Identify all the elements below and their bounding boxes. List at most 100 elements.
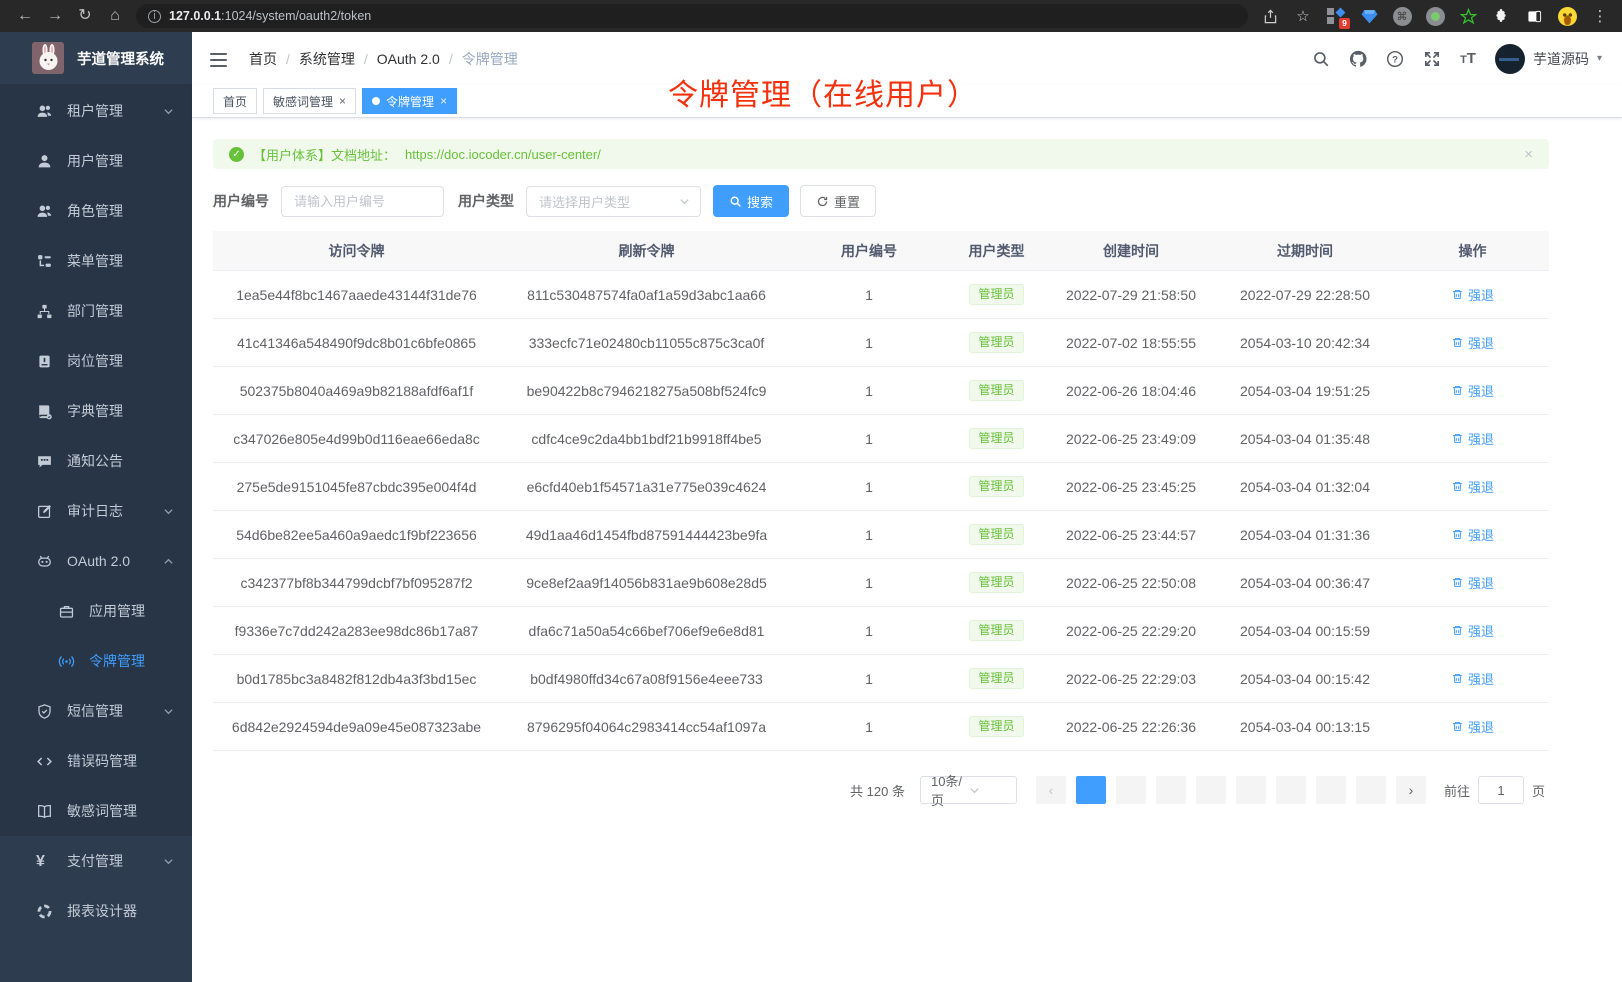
browser-back-icon[interactable]: ←: [10, 0, 40, 32]
col-header: 刷新令牌: [500, 241, 793, 261]
sidebar-item[interactable]: 租户管理: [0, 86, 192, 136]
force-logout-button[interactable]: 强退: [1451, 429, 1494, 448]
created-time-cell: 2022-06-25 23:44:57: [1048, 527, 1214, 543]
page-number-button[interactable]: [1276, 776, 1306, 804]
github-icon[interactable]: [1349, 50, 1367, 68]
user-type-tag: 管理员: [969, 332, 1023, 353]
sidebar-item[interactable]: 报表设计器: [0, 886, 192, 936]
force-logout-button[interactable]: 强退: [1451, 525, 1494, 544]
user-type-select[interactable]: 请选择用户类型: [526, 186, 701, 217]
sidebar-item[interactable]: 短信管理: [0, 686, 192, 736]
alert-close-icon[interactable]: ×: [1524, 146, 1533, 163]
address-bar[interactable]: i 127.0.0.1:1024/system/oauth2/token: [136, 4, 1248, 28]
gem-extension-icon[interactable]: [1357, 4, 1381, 28]
page-tab[interactable]: 敏感词管理 ×: [263, 88, 356, 114]
sidebar-item[interactable]: 字典管理: [0, 386, 192, 436]
app-title: 芋道管理系统: [77, 48, 164, 69]
help-icon[interactable]: ?: [1386, 50, 1404, 68]
sidebar-menu-bottom: ¥ 支付管理 报表设计器: [0, 836, 192, 982]
page-tab[interactable]: 令牌管理 ×: [362, 88, 457, 114]
page-number-button[interactable]: [1116, 776, 1146, 804]
action-cell: 强退: [1396, 285, 1549, 304]
goto-page-input[interactable]: [1478, 776, 1524, 804]
star-extension-icon[interactable]: [1456, 4, 1480, 28]
user-menu[interactable]: 芋道源码 ▾: [1495, 44, 1602, 74]
alert-doc-link[interactable]: https://doc.iocoder.cn/user-center/: [405, 147, 601, 162]
col-header: 用户类型: [945, 241, 1048, 261]
breadcrumb-item[interactable]: OAuth 2.0: [355, 51, 440, 67]
created-time-cell: 2022-06-25 22:29:03: [1048, 671, 1214, 687]
force-logout-button[interactable]: 强退: [1451, 573, 1494, 592]
page-number-button[interactable]: [1236, 776, 1266, 804]
puzzle-extension-icon[interactable]: [1489, 4, 1513, 28]
sidebar-item[interactable]: 应用管理: [0, 586, 192, 636]
sidebar-item[interactable]: 岗位管理: [0, 336, 192, 386]
sidebar-item[interactable]: 用户管理: [0, 136, 192, 186]
page-number-button[interactable]: [1196, 776, 1226, 804]
refresh-token-cell: 8796295f04064c2983414cc54af1097a: [500, 719, 793, 735]
reset-button[interactable]: 重置: [800, 185, 876, 217]
force-logout-button[interactable]: 强退: [1451, 333, 1494, 352]
user-type-cell: 管理员: [945, 524, 1048, 545]
username: 芋道源码: [1533, 49, 1589, 69]
extension-grid-icon[interactable]: 9: [1324, 4, 1348, 28]
command-extension-icon[interactable]: ⌘: [1390, 4, 1414, 28]
prev-page-button[interactable]: ‹: [1036, 776, 1066, 804]
refresh-token-cell: e6cfd40eb1f54571a31e775e039c4624: [500, 479, 793, 495]
sidebar-item[interactable]: 敏感词管理: [0, 786, 192, 836]
browser-home-icon[interactable]: ⌂: [100, 0, 130, 32]
page-number-button[interactable]: [1356, 776, 1386, 804]
bookmark-star-icon[interactable]: ☆: [1291, 4, 1315, 28]
browser-forward-icon[interactable]: →: [40, 0, 70, 32]
sidebar-item[interactable]: 部门管理: [0, 286, 192, 336]
browser-menu-icon[interactable]: ⋮: [1588, 4, 1612, 28]
sidebar-item[interactable]: 错误码管理: [0, 736, 192, 786]
search-button[interactable]: 搜索: [713, 185, 789, 217]
sidebar-item-label: 支付管理: [67, 851, 123, 871]
col-header: 访问令牌: [213, 241, 500, 261]
font-size-icon[interactable]: TT: [1460, 50, 1476, 67]
page-number-button[interactable]: [1076, 776, 1106, 804]
expire-time-cell: 2054-03-04 00:15:59: [1214, 623, 1396, 639]
sidebar-item[interactable]: 审计日志: [0, 486, 192, 536]
breadcrumb-item[interactable]: 系统管理: [277, 49, 355, 69]
user-type-cell: 管理员: [945, 476, 1048, 497]
force-logout-button[interactable]: 强退: [1451, 717, 1494, 736]
user-id-cell: 1: [793, 431, 945, 447]
fullscreen-icon[interactable]: [1423, 50, 1441, 68]
message-icon: [36, 453, 53, 470]
sidebar-item[interactable]: OAuth 2.0: [0, 536, 192, 586]
shield-icon: [36, 703, 53, 720]
force-logout-button[interactable]: 强退: [1451, 285, 1494, 304]
user-id-input[interactable]: [281, 186, 444, 217]
force-logout-button[interactable]: 强退: [1451, 381, 1494, 400]
force-logout-button[interactable]: 强退: [1451, 477, 1494, 496]
page-size-select[interactable]: 10条/页: [920, 776, 1017, 804]
tab-close-icon[interactable]: ×: [339, 94, 346, 108]
force-logout-button[interactable]: 强退: [1451, 669, 1494, 688]
sidebar-collapse-icon[interactable]: [210, 53, 227, 67]
sidebar-item[interactable]: 通知公告: [0, 436, 192, 486]
page-number-button[interactable]: [1156, 776, 1186, 804]
share-icon[interactable]: [1258, 4, 1282, 28]
sidepanel-icon[interactable]: [1522, 4, 1546, 28]
page-tab[interactable]: 首页 ×: [213, 88, 257, 114]
success-alert: ✓ 【用户体系】文档地址： https://doc.iocoder.cn/use…: [213, 139, 1549, 169]
page-number-button[interactable]: [1316, 776, 1346, 804]
caret-down-icon: ▾: [1597, 53, 1602, 64]
sidebar-item[interactable]: 菜单管理: [0, 236, 192, 286]
record-extension-icon[interactable]: [1423, 4, 1447, 28]
sidebar-item[interactable]: 角色管理: [0, 186, 192, 236]
browser-reload-icon[interactable]: ↻: [70, 0, 100, 32]
force-logout-button[interactable]: 强退: [1451, 621, 1494, 640]
tab-close-icon[interactable]: ×: [440, 94, 447, 108]
site-info-icon[interactable]: i: [148, 10, 161, 23]
sidebar-item-label: 租户管理: [67, 101, 123, 121]
profile-emoji-icon[interactable]: [1555, 4, 1579, 28]
sidebar-item[interactable]: 令牌管理: [0, 636, 192, 686]
sidebar-item[interactable]: ¥ 支付管理: [0, 836, 192, 886]
access-token-cell: c347026e805e4d99b0d116eae66eda8c: [213, 431, 500, 447]
next-page-button[interactable]: ›: [1396, 776, 1426, 804]
search-icon[interactable]: [1312, 50, 1330, 68]
breadcrumb-item[interactable]: 首页: [249, 49, 277, 69]
